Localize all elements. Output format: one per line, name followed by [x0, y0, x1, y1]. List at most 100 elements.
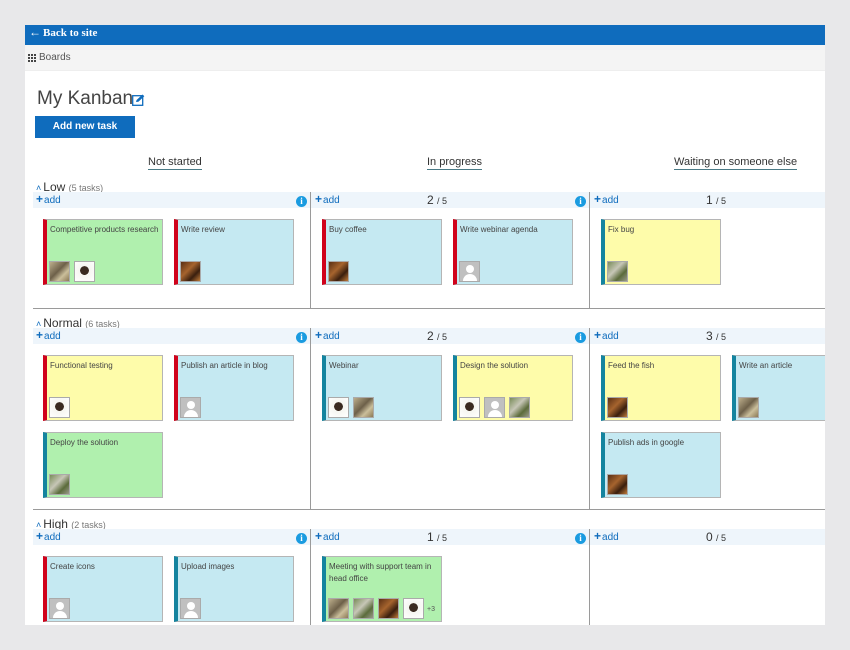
avatar[interactable] [353, 598, 374, 619]
task-card[interactable]: Competitive products research [43, 219, 163, 285]
task-card[interactable]: Publish an article in blog [174, 355, 294, 421]
task-title: Write webinar agenda [460, 225, 538, 234]
boards-bar: Boards [25, 45, 825, 71]
task-card[interactable]: Buy coffee [322, 219, 442, 285]
add-task-link[interactable]: +add [315, 192, 340, 206]
task-card[interactable]: Webinar [322, 355, 442, 421]
add-label: add [44, 195, 61, 206]
column-divider [310, 529, 311, 625]
info-icon[interactable]: i [296, 196, 307, 207]
task-card[interactable]: Upload images [174, 556, 294, 622]
plus-icon: + [36, 192, 44, 206]
task-card[interactable]: Write an article [732, 355, 825, 421]
assignee-avatars: +3 [328, 598, 435, 619]
default-avatar-icon[interactable] [49, 598, 70, 619]
task-card[interactable]: Write review [174, 219, 294, 285]
assignee-avatars [328, 261, 353, 282]
more-assignees[interactable]: +3 [427, 604, 435, 616]
task-title: Fix bug [608, 225, 635, 234]
edit-icon[interactable] [132, 94, 145, 106]
default-avatar-icon[interactable] [484, 397, 505, 418]
add-task-link[interactable]: +add [594, 328, 619, 342]
default-avatar-icon[interactable] [180, 397, 201, 418]
avatar[interactable] [328, 261, 349, 282]
info-icon[interactable]: i [575, 196, 586, 207]
task-title: Deploy the solution [50, 438, 119, 447]
lane-divider [33, 308, 825, 309]
task-title: Meeting with support team in head office [329, 562, 432, 583]
add-label: add [323, 331, 340, 342]
task-card[interactable]: Design the solution [453, 355, 573, 421]
wip-max: / 5 [437, 196, 448, 206]
arrow-left-icon: ← [29, 25, 41, 39]
task-card[interactable]: Write webinar agenda [453, 219, 573, 285]
wip-limit: 1 / 5 [706, 193, 726, 207]
info-icon[interactable]: i [575, 332, 586, 343]
avatar[interactable] [459, 397, 480, 418]
task-card[interactable]: Deploy the solution [43, 432, 163, 498]
assignee-avatars [49, 598, 74, 619]
avatar[interactable] [49, 474, 70, 495]
wip-max: / 5 [716, 332, 727, 342]
avatar[interactable] [403, 598, 424, 619]
add-task-link[interactable]: +add [315, 529, 340, 543]
add-task-link[interactable]: +add [36, 192, 61, 206]
task-title: Competitive products research [50, 225, 159, 234]
column-divider [310, 192, 311, 308]
wip-count: 3 [706, 329, 713, 343]
task-card[interactable]: Fix bug [601, 219, 721, 285]
assignee-avatars [49, 397, 74, 418]
avatar[interactable] [509, 397, 530, 418]
avatar[interactable] [328, 598, 349, 619]
wip-max: / 5 [437, 332, 448, 342]
wip-limit: 2 / 5 [427, 193, 447, 207]
column-divider [310, 328, 311, 509]
column-header-0[interactable]: Not started [148, 156, 202, 170]
avatar[interactable] [49, 397, 70, 418]
info-icon[interactable]: i [575, 533, 586, 544]
task-title: Create icons [50, 562, 95, 571]
plus-icon: + [594, 328, 602, 342]
avatar[interactable] [378, 598, 399, 619]
avatar[interactable] [738, 397, 759, 418]
avatar[interactable] [607, 474, 628, 495]
add-task-link[interactable]: +add [594, 192, 619, 206]
assignee-avatars [328, 397, 378, 418]
wip-count: 2 [427, 329, 434, 343]
wip-count: 0 [706, 530, 713, 544]
avatar[interactable] [607, 261, 628, 282]
back-to-site-link[interactable]: ← Back to site [29, 25, 97, 39]
task-card[interactable]: Feed the fish [601, 355, 721, 421]
boards-link[interactable]: Boards [39, 52, 71, 63]
add-new-task-button[interactable]: Add new task [35, 116, 135, 138]
assignee-avatars [459, 261, 484, 282]
add-task-link[interactable]: +add [36, 529, 61, 543]
default-avatar-icon[interactable] [180, 598, 201, 619]
avatar[interactable] [328, 397, 349, 418]
column-header-2[interactable]: Waiting on someone else [674, 156, 798, 170]
task-title: Buy coffee [329, 225, 367, 234]
info-icon[interactable]: i [296, 332, 307, 343]
column-header-1[interactable]: In progress [427, 156, 483, 170]
add-label: add [323, 532, 340, 543]
avatar[interactable] [607, 397, 628, 418]
task-title: Feed the fish [608, 361, 655, 370]
avatar[interactable] [180, 261, 201, 282]
task-card[interactable]: Functional testing [43, 355, 163, 421]
task-card[interactable]: Create icons [43, 556, 163, 622]
column-divider [589, 529, 590, 625]
task-title: Webinar [329, 361, 359, 370]
plus-icon: + [315, 192, 323, 206]
avatar[interactable] [49, 261, 70, 282]
default-avatar-icon[interactable] [459, 261, 480, 282]
avatar[interactable] [74, 261, 95, 282]
add-task-link[interactable]: +add [315, 328, 340, 342]
plus-icon: + [594, 529, 602, 543]
task-card[interactable]: Publish ads in google [601, 432, 721, 498]
task-card[interactable]: Meeting with support team in head office… [322, 556, 442, 622]
add-task-link[interactable]: +add [594, 529, 619, 543]
lane-divider [33, 509, 825, 510]
add-task-link[interactable]: +add [36, 328, 61, 342]
avatar[interactable] [353, 397, 374, 418]
info-icon[interactable]: i [296, 533, 307, 544]
